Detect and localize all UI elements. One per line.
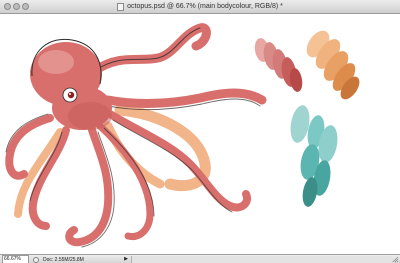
swatches-red [254, 38, 303, 92]
artwork [5, 23, 360, 248]
resize-grip-icon[interactable] [392, 256, 399, 263]
horizontal-scrollbar[interactable] [131, 256, 392, 263]
title-group: octopus.psd @ 66.7% (main bodycolour, RG… [0, 0, 400, 13]
title-bar[interactable]: octopus.psd @ 66.7% (main bodycolour, RG… [0, 0, 400, 14]
swatches-orange [306, 30, 360, 100]
status-circle-icon[interactable] [33, 256, 39, 263]
document-icon [117, 2, 125, 11]
status-menu-arrow-icon[interactable]: ▶ [123, 256, 129, 263]
swatches-teal [290, 105, 338, 207]
document-canvas[interactable] [0, 14, 400, 254]
zoom-field[interactable]: 66.67% [2, 255, 29, 263]
status-bar: 66.67% Doc: 2.55M/25.8M ▶ [0, 254, 400, 263]
photoshop-document-window: octopus.psd @ 66.7% (main bodycolour, RG… [0, 0, 400, 263]
document-info[interactable]: Doc: 2.55M/25.8M [43, 257, 123, 263]
window-title: octopus.psd @ 66.7% (main bodycolour, RG… [127, 3, 283, 10]
